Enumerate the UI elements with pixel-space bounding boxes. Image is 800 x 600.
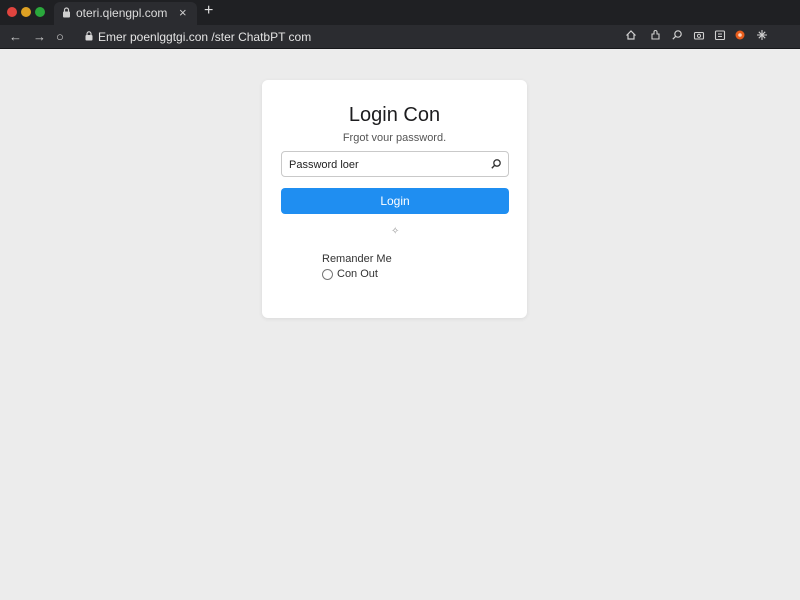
minimize-window-button[interactable] [21,7,31,17]
tab-title: oteri.qiengpl.com [76,6,168,20]
reload-icon[interactable]: ○ [56,29,64,44]
forward-icon[interactable]: → [33,29,46,44]
address-bar-row: ← → ○ Emer poenlggtgi.con /ster ChatbPT … [0,25,800,49]
search-icon[interactable] [490,158,502,170]
password-field[interactable] [281,151,509,177]
remember-me-label[interactable]: Remander Me [322,253,392,265]
forgot-password-link[interactable]: Frgot vour password. [262,132,527,144]
address-url: Emer poenlggtgi.con /ster ChatbPT com [98,30,312,44]
page-title: Login Con [348,104,441,126]
radio-button[interactable] [322,269,333,280]
login-button[interactable]: Login [281,188,509,214]
profile-icon[interactable] [732,29,748,45]
login-card: Login Con Frgot vour password. Login ✧ R… [262,80,527,318]
new-tab-button[interactable]: + [204,3,213,19]
extension-icon[interactable] [712,29,728,45]
close-window-button[interactable] [7,7,17,17]
sparkle-icon[interactable] [754,29,770,45]
search-icon[interactable] [669,29,685,45]
maximize-window-button[interactable] [35,7,45,17]
tab-close-icon[interactable]: × [179,5,187,20]
address-bar[interactable]: Emer poenlggtgi.con /ster ChatbPT com [80,28,610,46]
browser-tab[interactable]: oteri.qiengpl.com × [54,2,197,25]
home-icon[interactable] [623,29,639,45]
lock-icon [85,31,93,41]
lock-icon [63,7,70,18]
sparkle-icon: ✧ [391,226,400,237]
back-icon[interactable]: ← [9,29,22,44]
puzzle-icon[interactable] [648,29,664,45]
radio-label: Con Out [337,268,378,280]
camera-icon[interactable] [691,29,707,45]
password-input[interactable] [289,156,484,173]
tab-strip: oteri.qiengpl.com × + [0,0,800,25]
